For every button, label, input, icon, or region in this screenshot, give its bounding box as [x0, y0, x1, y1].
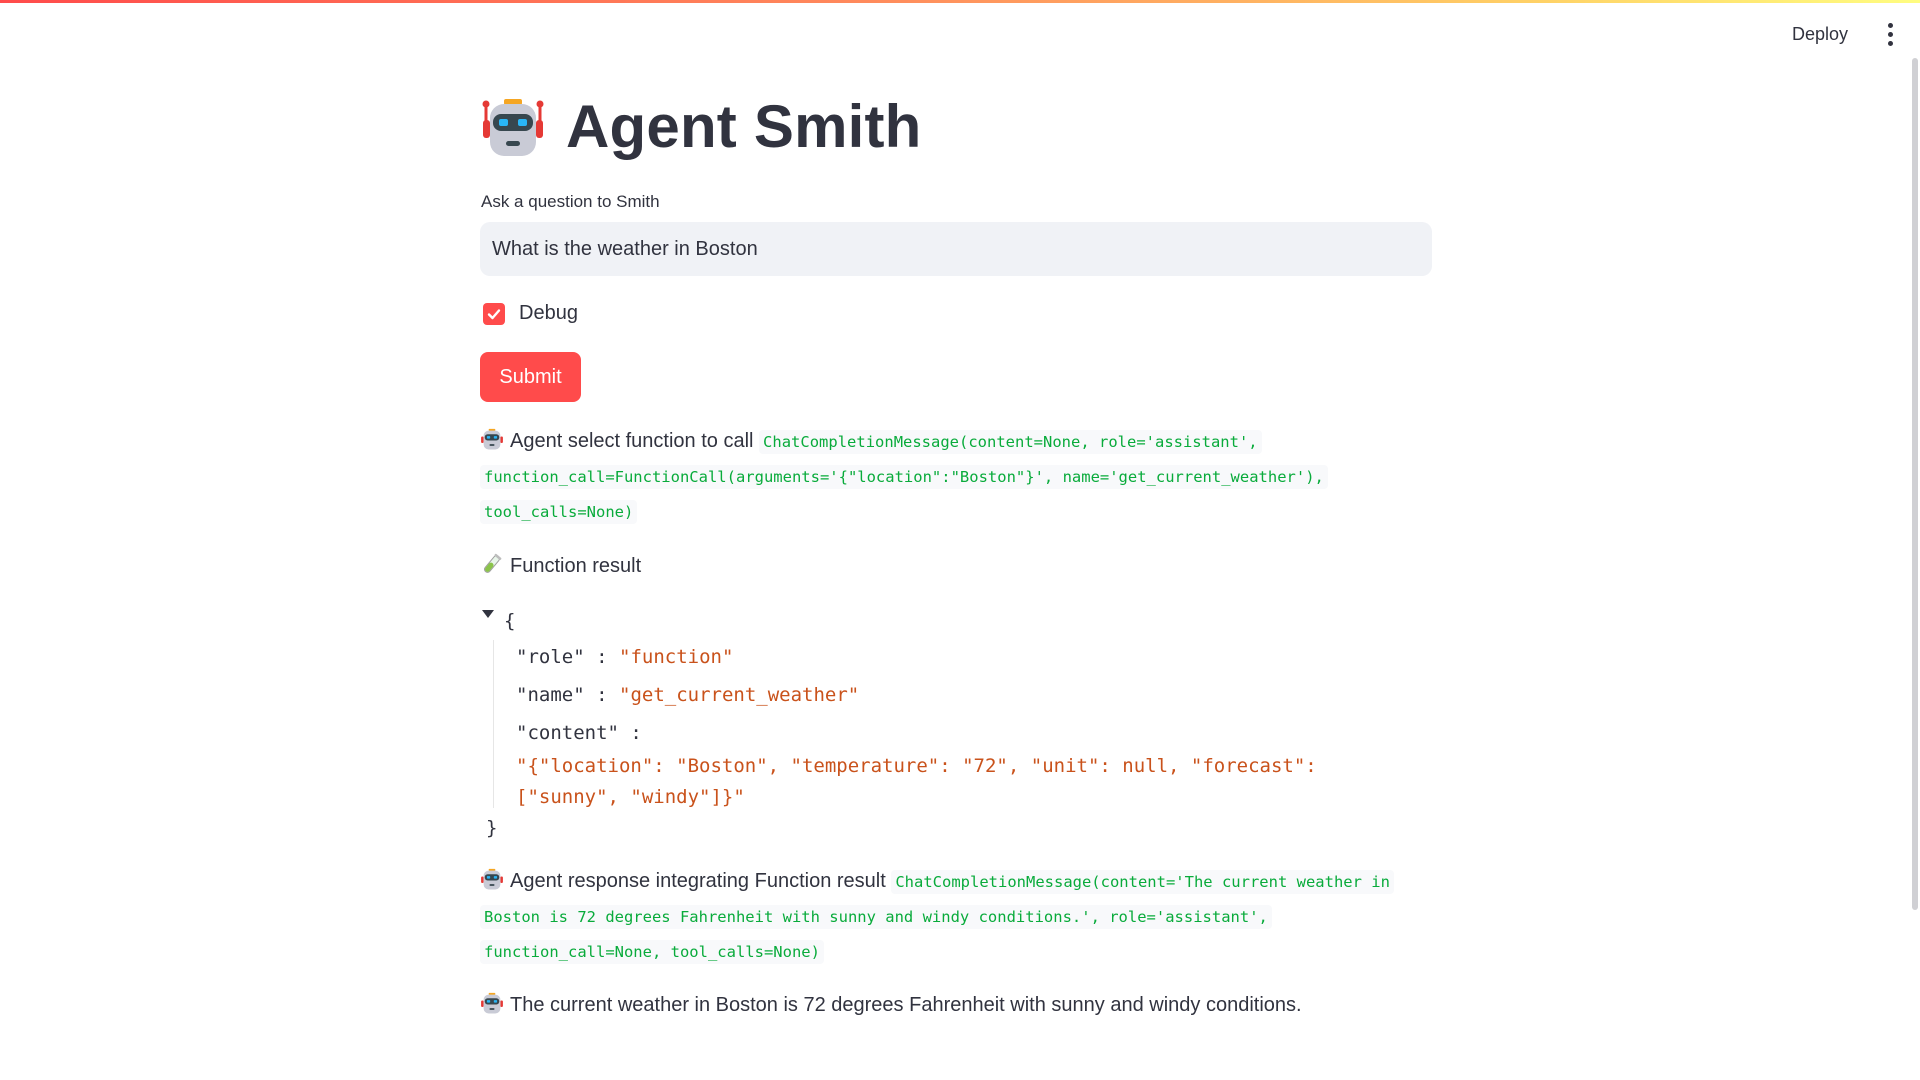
json-key: "role": [516, 646, 585, 668]
deploy-button[interactable]: Deploy: [1782, 18, 1858, 51]
robot-icon: [480, 427, 504, 451]
kebab-menu-icon[interactable]: [1880, 21, 1900, 49]
submit-button[interactable]: Submit: [480, 352, 581, 402]
page-header: Agent Smith: [480, 92, 922, 161]
json-key: "content": [516, 722, 619, 744]
select-function-message: Agent select function to call ChatComple…: [480, 424, 1432, 529]
final-answer-text: The current weather in Boston is 72 degr…: [510, 994, 1302, 1016]
json-content-value: "{"location": "Boston", "temperature": "…: [516, 755, 1317, 808]
collapse-caret-icon[interactable]: [482, 610, 494, 618]
page-title: Agent Smith: [566, 93, 922, 160]
json-value: "get_current_weather": [619, 684, 860, 706]
json-close-brace: }: [486, 817, 498, 839]
integrating-message: Agent response integrating Function resu…: [480, 864, 1432, 969]
json-name-row: "name" : "get_current_weather": [516, 684, 859, 706]
json-key: "name": [516, 684, 585, 706]
json-content-key-row: "content" :: [516, 722, 642, 744]
top-decoration-bar: [0, 0, 1920, 3]
json-separator: :: [596, 684, 608, 706]
robot-icon: [480, 94, 546, 160]
scrollbar-thumb[interactable]: [1912, 58, 1918, 910]
scrollbar[interactable]: [1910, 58, 1920, 910]
json-separator: :: [630, 722, 642, 744]
checkbox-checked-icon[interactable]: [483, 302, 505, 325]
function-result-header: Function result: [480, 549, 1432, 583]
final-answer-message: The current weather in Boston is 72 degr…: [480, 988, 1432, 1022]
json-indent-guide: [493, 640, 494, 808]
test-tube-icon: [480, 552, 504, 576]
json-open-brace: {: [504, 610, 516, 632]
debug-checkbox[interactable]: Debug: [483, 302, 578, 325]
robot-icon: [480, 991, 504, 1015]
question-label: Ask a question to Smith: [481, 192, 660, 211]
json-role-row: "role" : "function": [516, 646, 733, 668]
integrating-label: Agent response integrating Function resu…: [510, 870, 886, 892]
debug-label: Debug: [519, 302, 578, 324]
json-separator: :: [596, 646, 608, 668]
function-result-label: Function result: [510, 555, 642, 577]
robot-icon: [480, 867, 504, 891]
question-input[interactable]: [480, 222, 1432, 276]
json-value: "function": [619, 646, 734, 668]
select-function-label: Agent select function to call: [510, 430, 754, 452]
app-toolbar: Deploy: [1782, 18, 1900, 51]
